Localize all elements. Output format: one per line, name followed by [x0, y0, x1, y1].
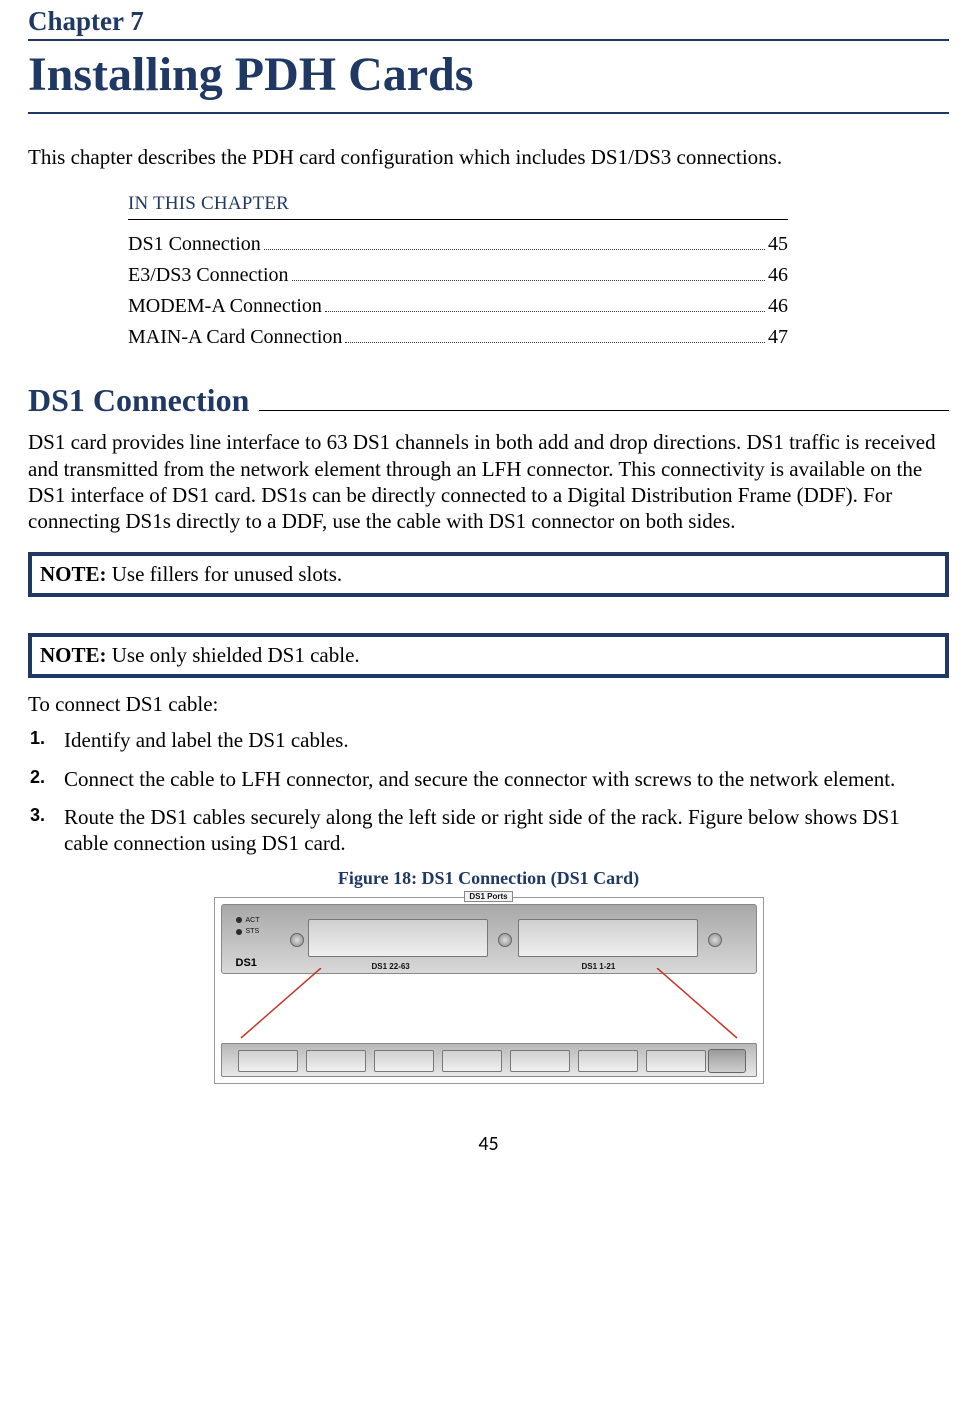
ds1-card-panel: DS1 Ports ACT STS DS1 DS1 22-63 DS1 1-21: [221, 904, 757, 974]
chapter-intro: This chapter describes the PDH card conf…: [28, 144, 949, 171]
toc-heading: IN THIS CHAPTER: [128, 193, 788, 215]
page-number: 45: [28, 1132, 949, 1156]
led-label: STS: [246, 928, 260, 935]
chassis-slot: [374, 1050, 434, 1072]
procedure-steps: Identify and label the DS1 cables. Conne…: [30, 727, 949, 856]
callout-svg: [221, 968, 757, 1046]
step: Connect the cable to LFH connector, and …: [30, 766, 949, 792]
step: Route the DS1 cables securely along the …: [30, 804, 949, 857]
screw-icon: [708, 933, 722, 947]
toc-item[interactable]: MAIN-A Card Connection 47: [128, 323, 788, 352]
section-heading: DS1 Connection: [28, 382, 259, 419]
toc-item[interactable]: DS1 Connection 45: [128, 230, 788, 259]
status-leds: ACT STS: [236, 915, 260, 937]
toc-item-page: 46: [768, 261, 788, 290]
toc: IN THIS CHAPTER DS1 Connection 45 E3/DS3…: [128, 193, 788, 352]
toc-item[interactable]: MODEM-A Connection 46: [128, 292, 788, 321]
chassis-slot: [646, 1050, 706, 1072]
toc-item-page: 45: [768, 230, 788, 259]
toc-item-label: MAIN-A Card Connection: [128, 323, 342, 352]
toc-item-page: 47: [768, 323, 788, 352]
section-body: DS1 card provides line interface to 63 D…: [28, 429, 949, 534]
toc-item-label: DS1 Connection: [128, 230, 261, 259]
figure: DS1 Ports ACT STS DS1 DS1 22-63 DS1 1-21: [214, 897, 764, 1084]
note-text: Use only shielded DS1 cable.: [112, 643, 360, 667]
toc-leader: [264, 232, 765, 250]
ports-label-text: DS1 Ports: [464, 891, 512, 902]
step: Identify and label the DS1 cables.: [30, 727, 949, 753]
lfh-connector: [308, 919, 488, 957]
ports-callout-label: DS1 Ports: [222, 891, 756, 902]
toc-item-label: MODEM-A Connection: [128, 292, 322, 321]
note-box: NOTE: Use fillers for unused slots.: [28, 552, 949, 597]
chapter-label: Chapter 7: [28, 6, 949, 37]
title-top-rule: [28, 39, 949, 41]
title-bottom-rule: [28, 112, 949, 114]
toc-rule: [128, 219, 788, 220]
chassis-slot: [510, 1050, 570, 1072]
chassis-slot: [306, 1050, 366, 1072]
screw-icon: [290, 933, 304, 947]
section-rule: [259, 410, 949, 411]
procedure-leadin: To connect DS1 cable:: [28, 692, 949, 717]
note-prefix: NOTE:: [40, 562, 107, 586]
toc-item-label: E3/DS3 Connection: [128, 261, 289, 290]
chassis: [221, 1043, 757, 1077]
toc-item[interactable]: E3/DS3 Connection 46: [128, 261, 788, 290]
screw-icon: [498, 933, 512, 947]
note-box: NOTE: Use only shielded DS1 cable.: [28, 633, 949, 678]
chassis-slot: [238, 1050, 298, 1072]
toc-leader: [325, 294, 765, 312]
chassis-handle: [708, 1049, 746, 1073]
chassis-slot: [442, 1050, 502, 1072]
lfh-connector: [518, 919, 698, 957]
note-prefix: NOTE:: [40, 643, 107, 667]
led-label: ACT: [246, 917, 260, 924]
chapter-title: Installing PDH Cards: [28, 47, 949, 102]
figure-caption: Figure 18: DS1 Connection (DS1 Card): [28, 868, 949, 889]
diagram: DS1 Ports ACT STS DS1 DS1 22-63 DS1 1-21: [214, 897, 764, 1084]
callout-lines: [221, 974, 757, 975]
led-icon: [236, 929, 242, 935]
section-heading-row: DS1 Connection: [28, 382, 949, 419]
led-icon: [236, 917, 242, 923]
chassis-slot: [578, 1050, 638, 1072]
toc-item-page: 46: [768, 292, 788, 321]
toc-leader: [292, 263, 765, 281]
toc-leader: [345, 325, 765, 343]
note-text: Use fillers for unused slots.: [112, 562, 342, 586]
